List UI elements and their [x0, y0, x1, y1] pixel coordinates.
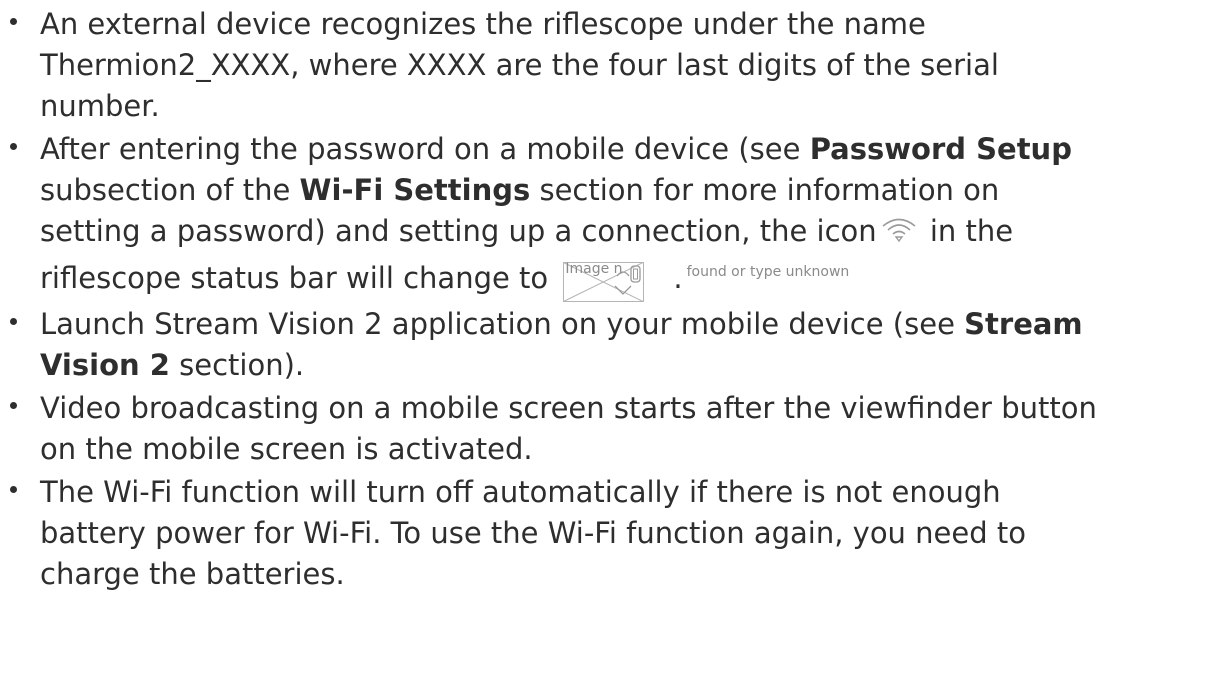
bullet-dot: [10, 318, 17, 325]
broken-image-alt: Image n: [565, 261, 623, 277]
list-item-launch-app: Launch Stream Vision 2 application on yo…: [0, 304, 1219, 386]
text-line: Launch Stream Vision 2 application on yo…: [40, 304, 1219, 345]
text-line: riflescope status bar will change to Ima…: [40, 252, 1219, 302]
text-segment: After entering the password on a mobile …: [40, 132, 810, 166]
list-item-device-name: An external device recognizes the rifles…: [0, 4, 1219, 127]
link-stream-vision-2: Stream: [964, 307, 1083, 341]
text-segment: subsection of the: [40, 173, 300, 207]
instruction-bullet-list: An external device recognizes the rifles…: [0, 4, 1219, 597]
link-password-setup: Password Setup: [809, 132, 1072, 166]
text-line: number.: [40, 89, 160, 123]
list-item-video-broadcast: Video broadcasting on a mobile screen st…: [0, 388, 1219, 470]
wifi-icon: [881, 213, 917, 243]
text-line: The Wi-Fi function will turn off automat…: [40, 475, 1001, 509]
text-segment: in the: [920, 214, 1014, 248]
list-item-wifi-battery: The Wi-Fi function will turn off automat…: [0, 472, 1219, 595]
broken-image-alt-rest: found or type unknown: [686, 264, 850, 280]
link-wifi-settings: Wi-Fi Settings: [299, 173, 531, 207]
bullet-dot: [10, 486, 17, 493]
text-segment: setting a password) and setting up a con…: [40, 214, 877, 248]
link-stream-vision-2-cont: Vision 2: [40, 348, 170, 382]
text-segment: Launch Stream Vision 2 application on yo…: [40, 307, 965, 341]
text-line: charge the batteries.: [40, 557, 345, 591]
list-item-password-connection: After entering the password on a mobile …: [0, 129, 1219, 302]
text-segment: section for more information on: [530, 173, 1000, 207]
text-line: After entering the password on a mobile …: [40, 129, 1219, 170]
broken-image-icon: Image n: [563, 261, 673, 302]
bullet-dot: [10, 402, 17, 409]
bullet-dot: [10, 18, 17, 25]
text-segment: section).: [169, 348, 305, 382]
text-segment: riflescope status bar will change to: [40, 261, 558, 295]
text-segment: .: [673, 261, 683, 295]
text-line: on the mobile screen is activated.: [40, 432, 533, 466]
text-line: Vision 2 section).: [40, 345, 1219, 386]
text-line: setting a password) and setting up a con…: [40, 211, 1219, 252]
text-line: An external device recognizes the rifles…: [40, 7, 926, 41]
text-line: subsection of the Wi-Fi Settings section…: [40, 170, 1219, 211]
text-line: battery power for Wi-Fi. To use the Wi-F…: [40, 516, 1026, 550]
text-line: Thermion2_XXXX, where XXXX are the four …: [40, 48, 999, 82]
bullet-dot: [10, 143, 17, 150]
text-line: Video broadcasting on a mobile screen st…: [40, 391, 1097, 425]
